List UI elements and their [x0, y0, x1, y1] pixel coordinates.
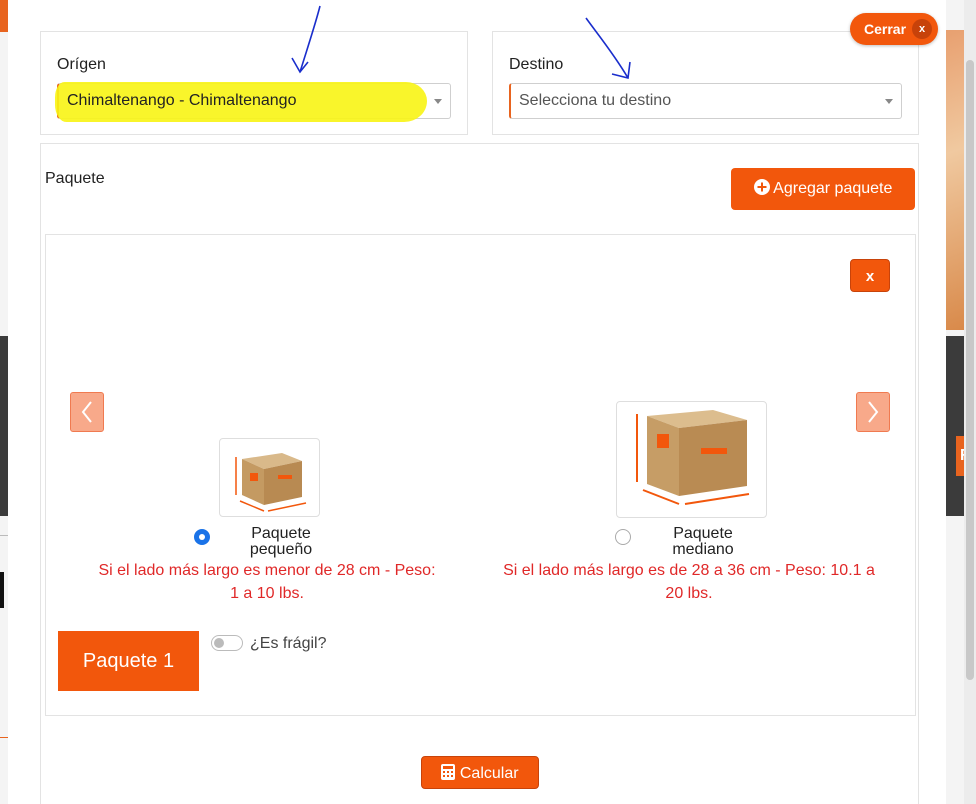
add-package-label: Agregar paquete — [773, 180, 893, 197]
medium-package-name: Paquete mediano — [672, 525, 734, 558]
shipping-quote-modal: Orígen Chimaltenango - Chimaltenango Des… — [8, 0, 946, 804]
scrollbar-thumb[interactable] — [966, 60, 974, 680]
origin-label: Orígen — [57, 56, 106, 73]
destination-select[interactable]: Selecciona tu destino — [509, 83, 902, 119]
package-section-label: Paquete — [45, 170, 105, 187]
chevron-right-icon — [868, 401, 879, 423]
package-card: x Paquete pequeño Si el lado más largo e… — [45, 234, 916, 716]
remove-package-button[interactable]: x — [850, 259, 890, 292]
arrow-annotation-destination — [585, 17, 631, 79]
package-section: Paquete Agregar paquete x Paquete pequeñ… — [40, 143, 919, 804]
background-page-right: R — [946, 0, 976, 804]
medium-package-description: Si el lado más largo es de 28 a 36 cm - … — [503, 562, 875, 602]
arrow-annotation-origin — [291, 5, 321, 74]
package-number-tag: Paquete 1 — [58, 631, 199, 691]
medium-package-image — [616, 401, 767, 518]
small-package-radio[interactable] — [194, 529, 210, 545]
plus-circle-icon — [753, 179, 770, 195]
carousel-prev-button[interactable] — [70, 392, 104, 432]
fragile-toggle[interactable] — [211, 635, 243, 651]
close-button-label: Cerrar — [864, 21, 907, 37]
background-page-left — [0, 0, 8, 804]
calculate-button[interactable]: Calcular — [421, 756, 539, 789]
small-package-image — [219, 438, 320, 517]
small-package-description: Si el lado más largo es menor de 28 cm -… — [98, 562, 436, 602]
page-scrollbar[interactable] — [964, 0, 976, 804]
destination-card: Destino Selecciona tu destino — [492, 31, 919, 135]
chevron-down-icon — [434, 99, 442, 104]
origin-select[interactable]: Chimaltenango - Chimaltenango — [55, 82, 451, 122]
chevron-down-icon — [885, 99, 893, 104]
close-button[interactable]: Cerrar x — [850, 13, 938, 45]
close-icon: x — [912, 19, 932, 39]
carousel-next-button[interactable] — [856, 392, 890, 432]
fragile-label: ¿Es frágil? — [250, 635, 327, 652]
calculator-icon — [441, 764, 456, 780]
small-package-name: Paquete pequeño — [249, 525, 313, 558]
calculate-label: Calcular — [459, 765, 519, 782]
add-package-button[interactable]: Agregar paquete — [731, 168, 915, 210]
remove-package-label: x — [865, 268, 875, 285]
destination-label: Destino — [509, 56, 564, 73]
chevron-left-icon — [81, 401, 92, 423]
origin-selected-value: Chimaltenango - Chimaltenango — [67, 92, 297, 109]
destination-placeholder: Selecciona tu destino — [519, 92, 672, 109]
medium-package-radio[interactable] — [615, 529, 631, 545]
origin-card: Orígen Chimaltenango - Chimaltenango — [40, 31, 468, 135]
